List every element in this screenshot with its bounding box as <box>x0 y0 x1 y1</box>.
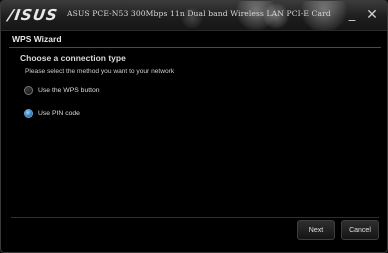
next-button[interactable]: Next <box>297 220 335 240</box>
option-label: Use the WPS button <box>38 86 100 94</box>
radio-unselected-icon[interactable] <box>24 85 33 95</box>
minimize-icon: _ <box>348 7 356 22</box>
asus-logo: /ISUS <box>6 6 60 24</box>
wizard-title: WPS Wizard <box>12 34 62 44</box>
minimize-button[interactable]: _ <box>345 8 359 22</box>
footer-divider <box>11 217 379 218</box>
title-bar[interactable]: /ISUS ASUS PCE-N53 300Mbps 11n Dual band… <box>1 1 387 31</box>
instruction-text: Please select the method you want to you… <box>25 68 175 75</box>
option-label: Use PIN code <box>38 109 80 117</box>
radio-selected-icon[interactable] <box>24 108 33 118</box>
section-title: Choose a connection type <box>20 53 126 63</box>
option-wps-button[interactable]: Use the WPS button <box>24 84 100 96</box>
wps-wizard-window: /ISUS ASUS PCE-N53 300Mbps 11n Dual band… <box>0 0 388 253</box>
close-icon: ✕ <box>366 7 378 23</box>
cancel-button[interactable]: Cancel <box>341 220 379 240</box>
wizard-header: WPS Wizard <box>9 33 381 48</box>
option-pin-code[interactable]: Use PIN code <box>24 107 80 119</box>
app-title: ASUS PCE-N53 300Mbps 11n Dual band Wirel… <box>67 9 331 18</box>
close-button[interactable]: ✕ <box>365 8 379 22</box>
